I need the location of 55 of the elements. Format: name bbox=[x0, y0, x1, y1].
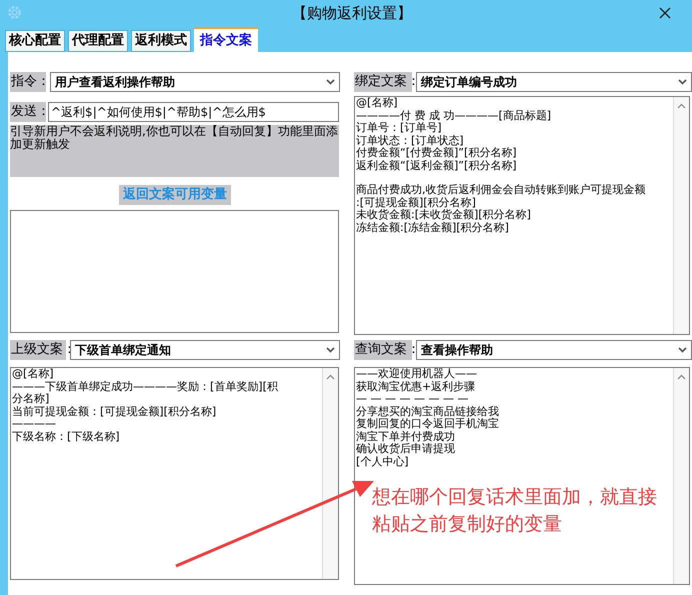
text-line: [个人中心] bbox=[356, 456, 410, 468]
text-line: 淘宝下单并付费成功 bbox=[356, 430, 456, 443]
input-field[interactable]: ^返利$|^如何使用$|^帮助$|^怎么用$ bbox=[48, 102, 339, 122]
chevron-down-icon bbox=[326, 347, 335, 353]
text-line: 返利金额“[返利金额]”[积分名称] bbox=[356, 160, 518, 172]
text-line: :[可提现金额][积分名称] bbox=[356, 196, 477, 208]
window-title: 【购物返利设置】 bbox=[292, 3, 412, 24]
dropdown[interactable]: 查看操作帮助 bbox=[416, 340, 692, 360]
text-line: 下级名称：[下级名称] bbox=[12, 430, 121, 443]
text-area[interactable]: @[名称] ———下级首单绑定成功————奖励：[首单奖励][积 分名称] 当前可提现金额：[可提现金额][积分名称] ———— 下级名称：[下级名称] bbox=[10, 367, 339, 580]
chevron-down-icon bbox=[326, 79, 335, 85]
tab[interactable]: 指令文案 bbox=[194, 27, 258, 52]
text-line: 复制回复的口令返回手机淘宝 bbox=[356, 418, 500, 430]
text-line: 分名称] bbox=[12, 393, 50, 406]
dropdown[interactable]: 下级首单绑定通知 bbox=[70, 340, 340, 360]
scroll-up-icon[interactable] bbox=[677, 374, 686, 380]
gear-icon bbox=[7, 5, 22, 20]
text-line: 当前可提现金额：[可提现金额][积分名称] bbox=[12, 406, 218, 418]
scroll-up-icon[interactable] bbox=[677, 103, 686, 109]
field-label: 查询文案： bbox=[354, 340, 412, 360]
text-line: ———— bbox=[12, 418, 57, 430]
text-line: 商品付费成功,收货后返利佣金会自动转账到账户可提现金额 bbox=[356, 184, 646, 196]
text-line: 订单状态：[订单状态] bbox=[356, 134, 465, 146]
tab[interactable]: 代理配置 bbox=[68, 30, 128, 52]
text-line: 确认收货后申请提现 bbox=[356, 443, 456, 456]
field-label: 绑定文案： bbox=[354, 72, 412, 92]
dropdown[interactable]: 绑定订单编号成功 bbox=[416, 72, 692, 92]
text-line: 付费金额“[付费金额]”[积分名称] bbox=[356, 147, 518, 160]
text-area[interactable]: @[名称] ————付 费 成 功————[商品标题] 订单号：[订单号] 订单状态：[订单状态] 付费金额“[付费金额]”[积分名称] 返利金额“[返利金额]”[积分名称] 商品付费成功,收货后返利佣金会自动转账到账户可提现金额 :[可提现金额][积分名称] 未收货金额:[未收货金额][积分名称] 冻结金额:[冻结金额][积分名称] bbox=[354, 96, 690, 335]
close-icon[interactable] bbox=[659, 7, 671, 19]
scrollbar[interactable] bbox=[673, 97, 689, 334]
text-line: 获取淘宝优惠+返利步骤 bbox=[356, 380, 476, 393]
field-label: 发送： bbox=[10, 102, 46, 122]
text-line: 未收货金额:[未收货金额][积分名称] bbox=[356, 209, 532, 222]
field-label: 指令： bbox=[10, 72, 46, 92]
dropdown[interactable]: 用户查看返利操作帮助 bbox=[50, 72, 340, 92]
text-line: 冻结金额:[冻结金额][积分名称] bbox=[356, 222, 510, 234]
text-line: @[名称] bbox=[356, 97, 399, 110]
text-area[interactable] bbox=[10, 210, 339, 333]
text-line: — — — — — — — — bbox=[356, 393, 470, 406]
scrollbar[interactable] bbox=[322, 368, 338, 579]
text-line: ——欢迎使用机器人—— bbox=[356, 368, 478, 380]
chevron-down-icon bbox=[678, 347, 687, 353]
tab[interactable]: 返利模式 bbox=[131, 30, 191, 52]
text-line: 订单号：[订单号] bbox=[356, 122, 443, 134]
chevron-down-icon bbox=[678, 79, 687, 85]
text-line: ———下级首单绑定成功————奖励：[首单奖励][积 bbox=[12, 380, 279, 393]
scroll-up-icon[interactable] bbox=[326, 374, 335, 380]
text-line: @[名称] bbox=[12, 368, 55, 380]
tab[interactable]: 核心配置 bbox=[5, 30, 65, 52]
text-line: 分享想买的淘宝商品链接给我 bbox=[356, 406, 500, 418]
text-line: ————付 费 成 功————[商品标题] bbox=[356, 110, 552, 122]
description-text: 引导新用户不会返利说明,你也可以在【自动回复】功能里面添加更新触发 bbox=[10, 125, 339, 177]
scrollbar[interactable] bbox=[673, 368, 689, 584]
annotation-text: 想在哪个回复话术里面加，就直接粘贴之前复制好的变量 bbox=[372, 485, 658, 537]
